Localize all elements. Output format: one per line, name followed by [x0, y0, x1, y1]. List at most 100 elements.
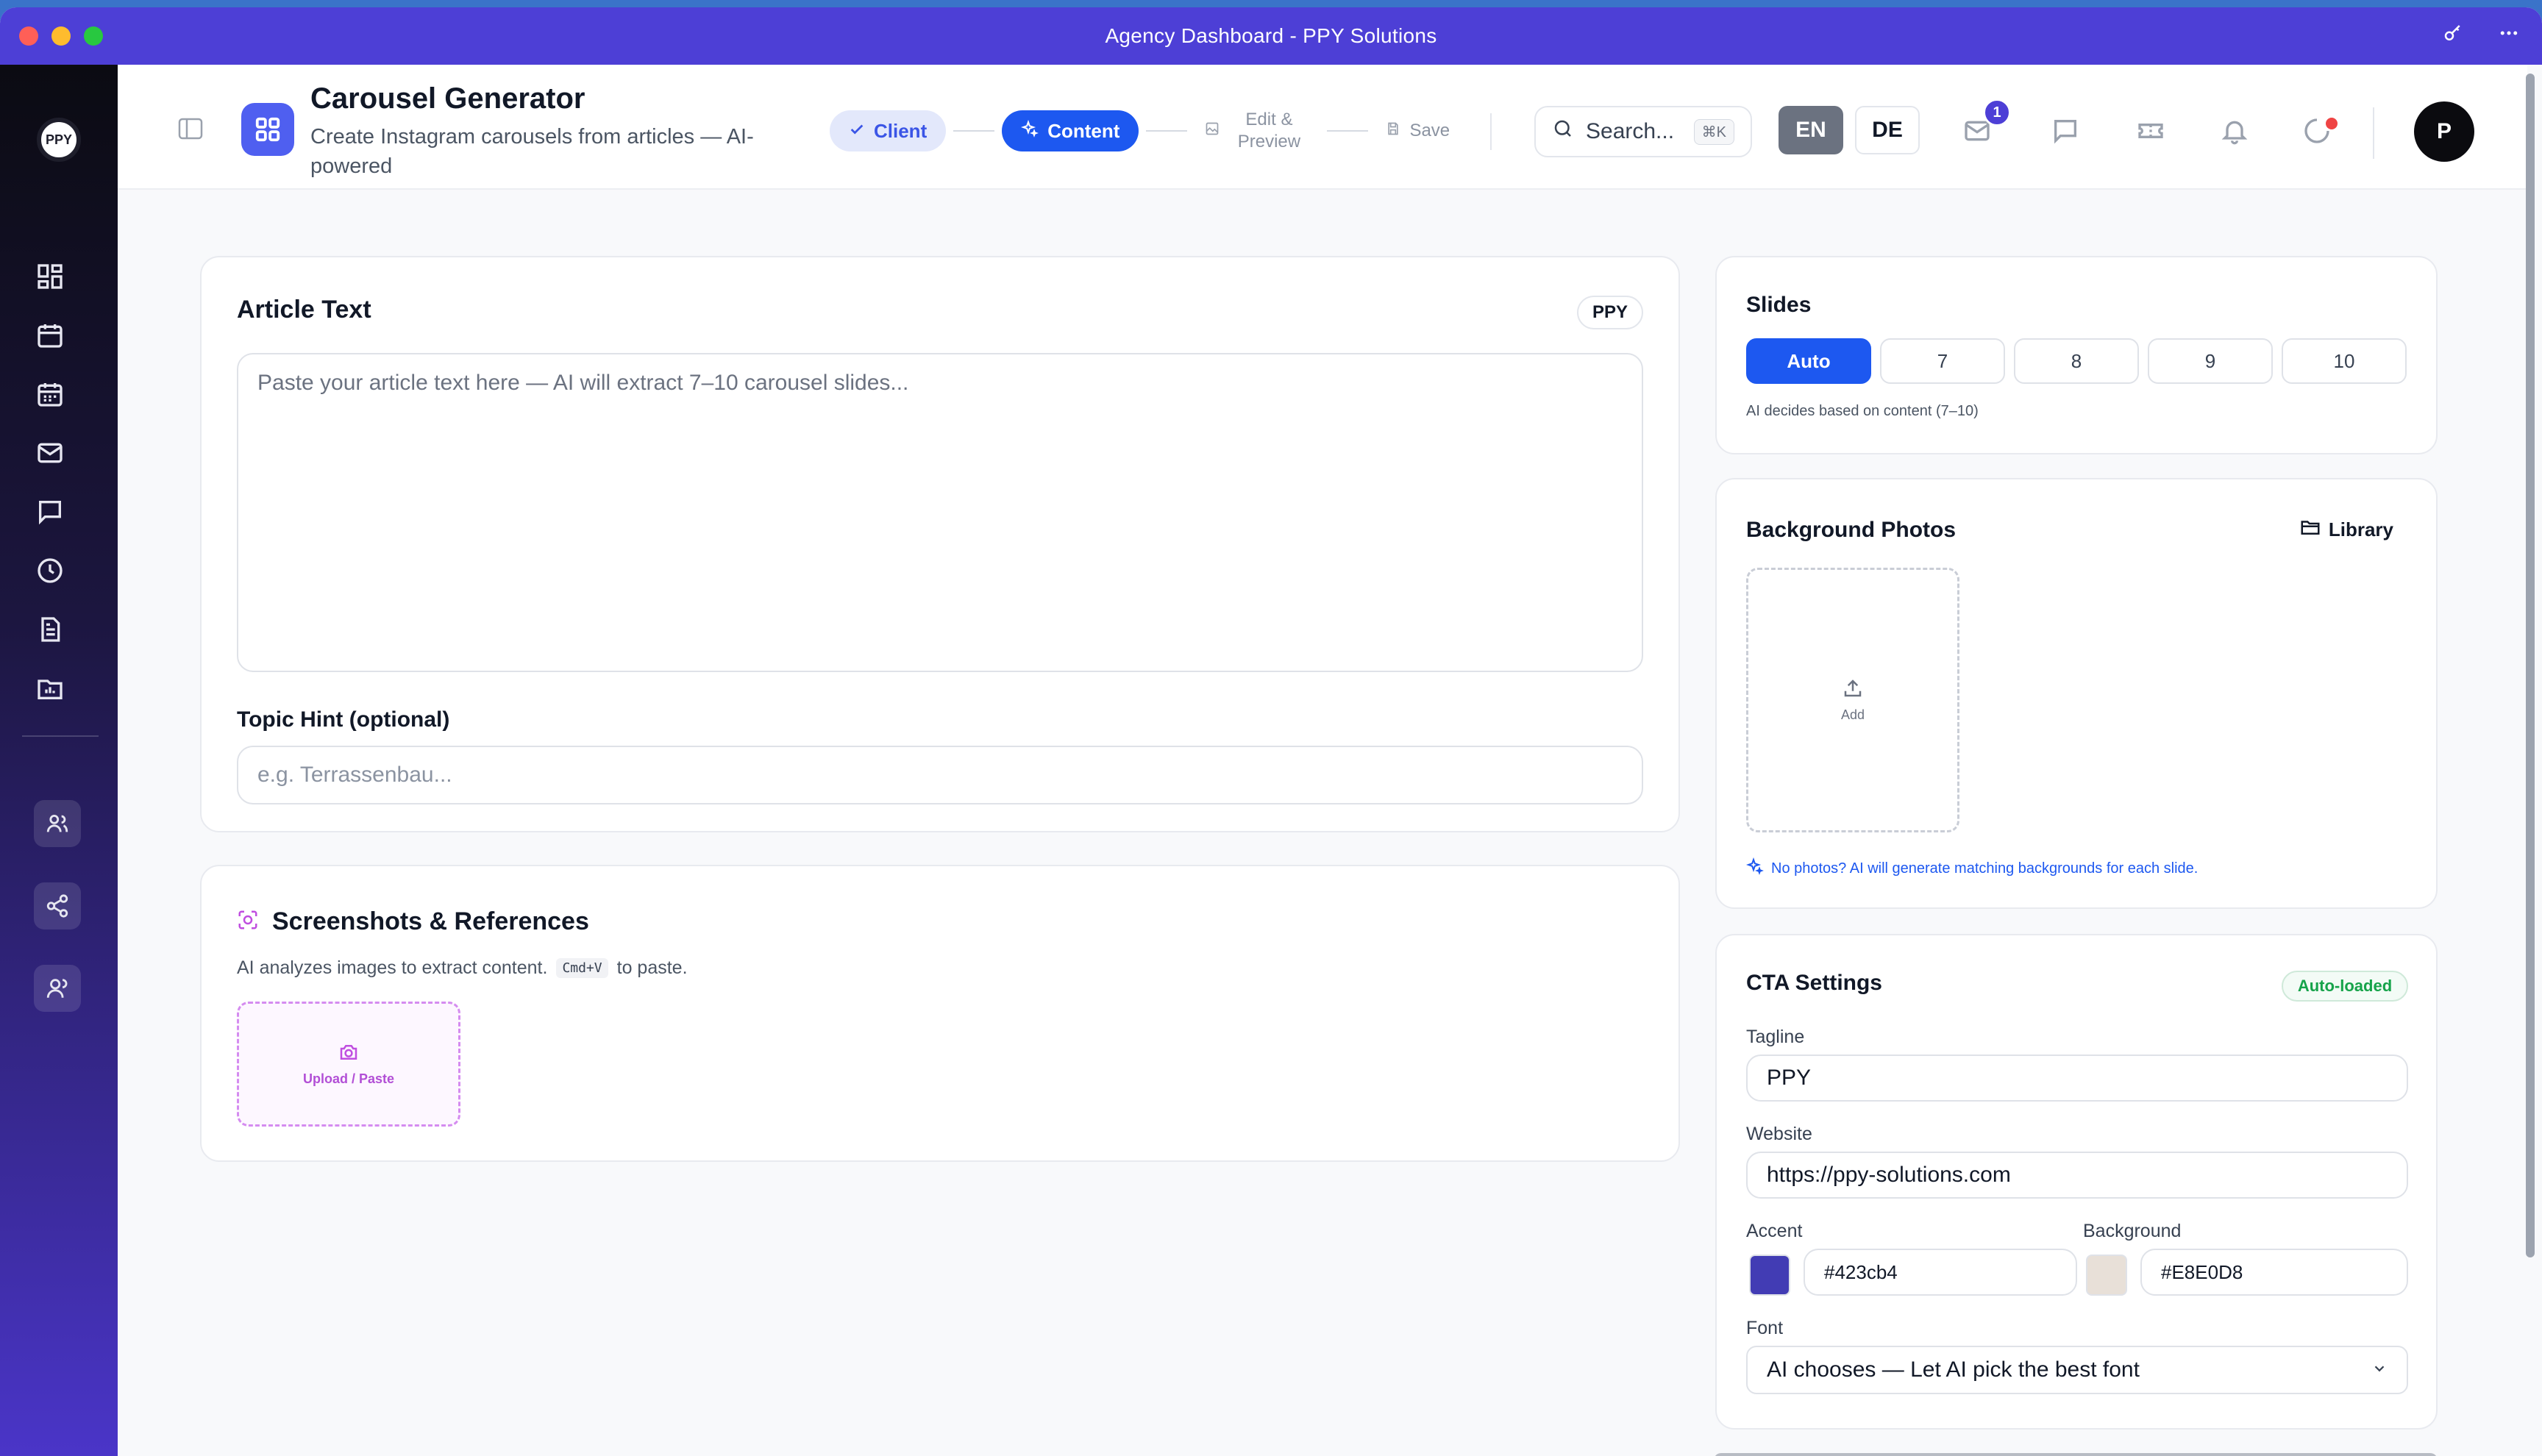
sidebar-toggle-icon[interactable] — [178, 118, 203, 140]
background-hex-input[interactable]: #E8E0D8 — [2140, 1249, 2408, 1296]
slides-option-auto[interactable]: Auto — [1746, 338, 1871, 384]
screenshots-heading: Screenshots & References — [272, 907, 589, 935]
brand-logo[interactable]: PPY — [37, 118, 81, 162]
check-icon — [849, 120, 865, 143]
step-connector — [1327, 130, 1369, 132]
upload-icon — [1842, 677, 1864, 703]
slides-option-7[interactable]: 7 — [1880, 338, 2005, 384]
slides-option-9[interactable]: 9 — [2148, 338, 2273, 384]
messages-icon[interactable] — [2049, 115, 2082, 147]
background-hex-value: #E8E0D8 — [2161, 1260, 2243, 1283]
background-label: Background — [2083, 1221, 2182, 1241]
upload-paste-dropzone[interactable]: Upload / Paste — [237, 1002, 460, 1127]
topic-hint-label: Topic Hint (optional) — [237, 707, 450, 732]
title-bar: Agency Dashboard - PPY Solutions — [0, 7, 2542, 65]
language-en-button[interactable]: EN — [1779, 106, 1843, 154]
image-icon — [1205, 120, 1220, 142]
team-icon[interactable] — [34, 800, 81, 847]
bell-icon[interactable] — [2218, 115, 2251, 147]
tagline-input[interactable]: PPY — [1746, 1054, 2408, 1102]
share-icon[interactable] — [34, 882, 81, 929]
accent-hex-value: #423cb4 — [1824, 1260, 1898, 1283]
window-controls — [19, 26, 103, 46]
page-header: Carousel Generator Create Instagram caro… — [118, 65, 2527, 190]
step-edit-preview-label: Edit & Preview — [1237, 110, 1301, 151]
page-title: Carousel Generator — [310, 82, 585, 115]
search-placeholder: Search... — [1586, 119, 1675, 143]
background-photos-card: Background Photos Library Add No photos?… — [1715, 478, 2438, 909]
window-title: Agency Dashboard - PPY Solutions — [1105, 24, 1437, 47]
avatar[interactable]: P — [2414, 101, 2474, 162]
chevron-down-icon — [2371, 1357, 2388, 1382]
next-card-edge — [1714, 1453, 2438, 1456]
step-edit-preview[interactable]: Edit & Preview — [1195, 110, 1320, 151]
step-content-label: Content — [1047, 119, 1120, 142]
cta-settings-card: CTA Settings Tagline PPY Website https:/… — [1715, 934, 2438, 1430]
clock-icon[interactable] — [34, 554, 66, 587]
library-button[interactable]: Library — [2299, 516, 2393, 543]
topic-hint-placeholder: e.g. Terrassenbau... — [257, 763, 452, 787]
search-icon — [1552, 118, 1574, 146]
language-de-button[interactable]: DE — [1855, 106, 1920, 154]
step-save-label: Save — [1409, 121, 1450, 140]
more-icon[interactable] — [2498, 22, 2520, 49]
header-divider — [2373, 107, 2374, 159]
tagline-label: Tagline — [1746, 1027, 1805, 1047]
folder-chart-icon[interactable] — [34, 672, 66, 704]
save-icon — [1386, 120, 1400, 142]
library-label: Library — [2328, 518, 2393, 540]
page-scrollbar[interactable] — [2526, 74, 2535, 1257]
website-value: https://ppy-solutions.com — [1767, 1163, 2011, 1187]
website-label: Website — [1746, 1124, 1812, 1144]
article-heading: Article Text — [237, 296, 371, 324]
accent-label: Accent — [1746, 1221, 1803, 1241]
step-client[interactable]: Client — [830, 110, 947, 151]
sidebar: PPY — [0, 65, 118, 1456]
slides-option-10[interactable]: 10 — [2282, 338, 2407, 384]
accent-color-swatch[interactable] — [1749, 1255, 1790, 1296]
ai-backgrounds-note-text: No photos? AI will generate matching bac… — [1771, 860, 2199, 877]
upload-paste-label: Upload / Paste — [302, 1071, 395, 1086]
step-save[interactable]: Save — [1375, 110, 1460, 151]
website-input[interactable]: https://ppy-solutions.com — [1746, 1152, 2408, 1199]
background-photos-heading: Background Photos — [1746, 518, 1957, 542]
slides-option-8[interactable]: 8 — [2014, 338, 2139, 384]
accent-hex-input[interactable]: #423cb4 — [1804, 1249, 2077, 1296]
document-icon[interactable] — [34, 613, 66, 646]
page-subtitle: Create Instagram carousels from articles… — [310, 125, 754, 178]
mail-icon[interactable] — [34, 437, 66, 469]
key-icon[interactable] — [2442, 22, 2464, 49]
font-select[interactable]: AI chooses — Let AI pick the best font — [1746, 1346, 2408, 1394]
ticket-icon[interactable] — [2135, 115, 2167, 147]
font-select-value: AI chooses — Let AI pick the best font — [1767, 1357, 2140, 1382]
sparkle-icon — [1745, 857, 1764, 879]
article-textarea[interactable]: Paste your article text here — AI will e… — [237, 353, 1643, 672]
zoom-window-button[interactable] — [84, 26, 103, 46]
background-color-swatch[interactable] — [2086, 1255, 2127, 1296]
wizard-steps: Client Content Edit & Preview Save — [830, 110, 1460, 151]
client-tag: PPY — [1577, 296, 1643, 329]
add-photo-dropzone[interactable]: Add — [1746, 568, 1959, 832]
search-bar[interactable]: Search... ⌘K — [1534, 106, 1752, 157]
camera-icon — [338, 1041, 360, 1067]
add-photo-label: Add — [1840, 707, 1865, 722]
close-window-button[interactable] — [19, 26, 38, 46]
minimize-window-button[interactable] — [51, 26, 71, 46]
schedule-icon[interactable] — [34, 378, 66, 410]
topic-hint-input[interactable]: e.g. Terrassenbau... — [237, 746, 1643, 804]
article-placeholder: Paste your article text here — AI will e… — [257, 371, 909, 395]
font-label: Font — [1746, 1318, 1784, 1338]
calendar-icon[interactable] — [34, 319, 66, 351]
screenshots-desc-prefix: AI analyzes images to extract content. — [237, 957, 548, 978]
step-content[interactable]: Content — [1002, 110, 1139, 151]
search-shortcut: ⌘K — [1693, 118, 1734, 145]
step-connector — [1146, 130, 1188, 132]
sparkle-icon — [1021, 119, 1039, 143]
dashboard-icon[interactable] — [34, 260, 66, 293]
users-icon[interactable] — [34, 965, 81, 1012]
chat-icon[interactable] — [34, 496, 66, 528]
header-divider — [1490, 113, 1492, 150]
ai-backgrounds-note: No photos? AI will generate matching bac… — [1745, 857, 2199, 879]
app-window: Agency Dashboard - PPY Solutions PPY Car… — [0, 7, 2542, 1456]
grid-app-icon — [241, 103, 294, 156]
